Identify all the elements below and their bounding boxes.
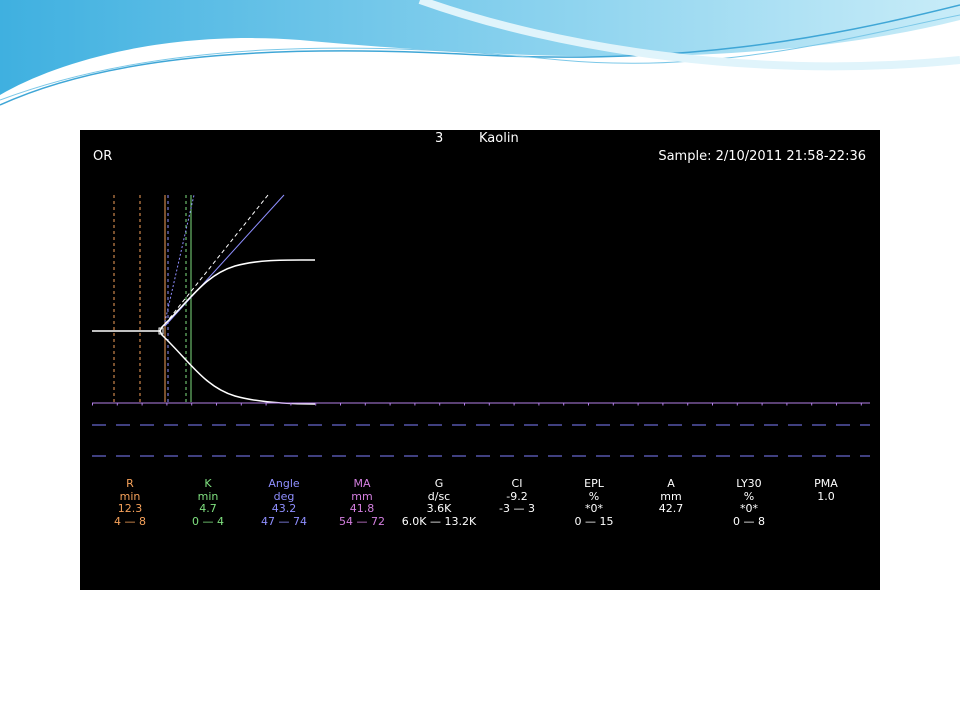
- param-name: PMA: [814, 477, 838, 490]
- param-value: 1.0: [817, 489, 835, 503]
- channel-number: 3: [435, 131, 444, 146]
- teg-monitor-screen: 3 Kaolin OR Sample: 2/10/2011 21:58-22:3…: [80, 130, 880, 590]
- teg-trace-lower: [159, 330, 316, 405]
- location-label: OR: [93, 149, 113, 164]
- param-range: 0 — 15: [574, 514, 614, 528]
- teg-trace-upper: [92, 259, 316, 332]
- param-pma: PMA 1.0: [776, 477, 876, 503]
- angle-tangent-dashed: [164, 194, 269, 325]
- decorative-wave-banner: [0, 0, 960, 106]
- param-range: 6.0K — 13.2K: [401, 514, 477, 528]
- param-value: *0*: [740, 502, 758, 515]
- param-range: 0 — 8: [733, 514, 765, 528]
- test-name: Kaolin: [479, 131, 519, 146]
- sample-timestamp: Sample: 2/10/2011 21:58-22:36: [658, 149, 866, 164]
